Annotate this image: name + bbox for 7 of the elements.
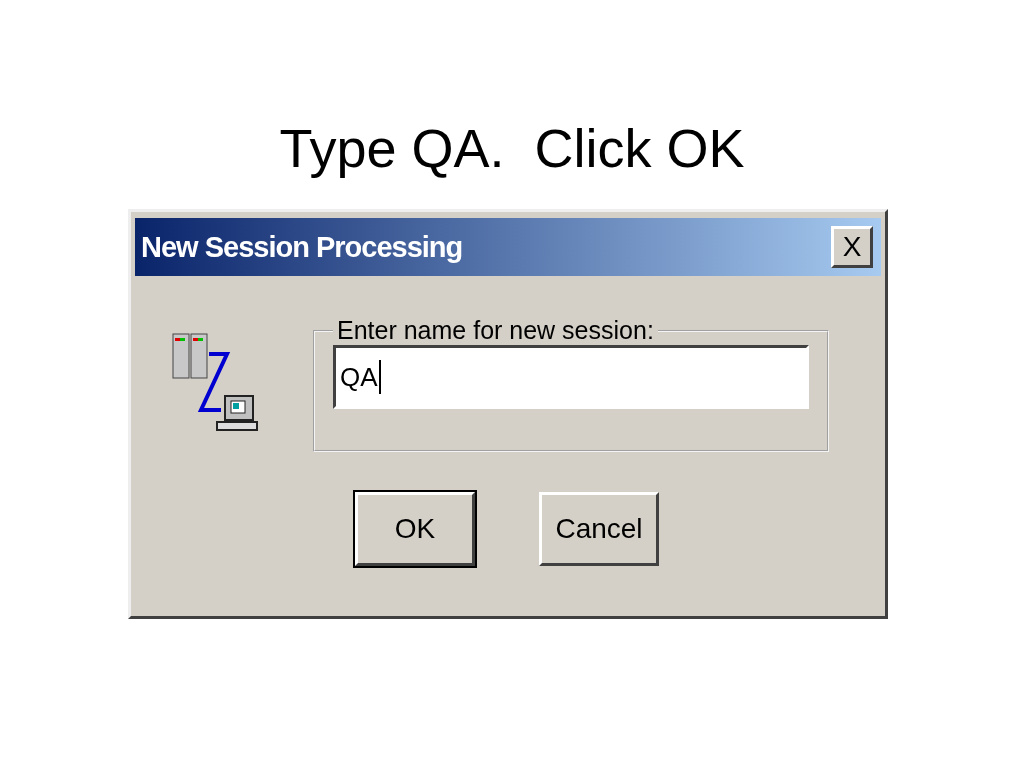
- close-button[interactable]: X: [831, 226, 873, 268]
- slide-title: Type QA. Click OK: [278, 117, 746, 180]
- group-label: Enter name for new session:: [336, 316, 655, 345]
- dialog-button[interactable]: Cancel: [539, 492, 659, 566]
- name-field[interactable]: QA: [333, 345, 809, 409]
- window-title: New Session Processing: [141, 230, 463, 264]
- dialog-button[interactable]: OK: [355, 492, 475, 566]
